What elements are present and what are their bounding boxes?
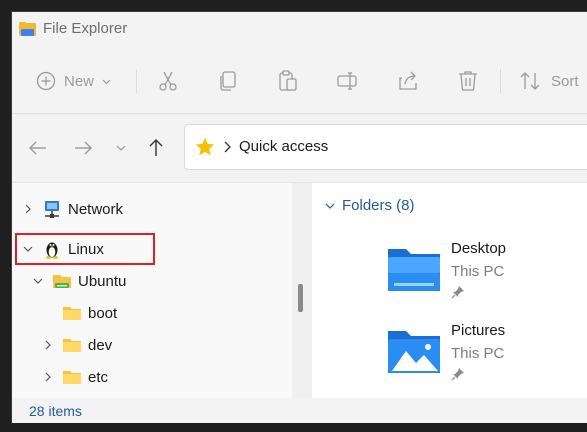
rename-icon[interactable] [336, 69, 360, 93]
tree-item-dev[interactable]: dev [42, 332, 112, 358]
tree-item-label: etc [88, 368, 109, 386]
chevron-right-icon [45, 372, 51, 382]
folder-location: This PC [451, 263, 505, 280]
folders-group-title: Folders (8) [342, 197, 415, 214]
tree-item-label: Ubuntu [78, 272, 127, 290]
linux-highlight-box [15, 233, 155, 265]
folder-icon [63, 307, 81, 320]
folder-icon [63, 339, 81, 352]
status-bar: 28 items [12, 398, 587, 423]
folder-icon [63, 371, 81, 384]
pictures-folder-icon [388, 331, 440, 373]
cut-icon[interactable] [156, 69, 180, 93]
tree-item-label: dev [88, 336, 113, 354]
forward-arrow-icon[interactable] [71, 136, 95, 160]
new-button[interactable]: New [36, 69, 111, 93]
toolbar-divider [12, 113, 587, 114]
add-icon [36, 71, 56, 91]
folder-location: This PC [451, 345, 505, 362]
folders-group-header[interactable]: Folders (8) [324, 197, 415, 214]
chevron-right-icon [45, 340, 51, 350]
content-pane: Folders (8) Desktop This PC Pictures Thi… [312, 183, 587, 398]
pin-icon [451, 368, 464, 381]
tree-item-label: boot [88, 304, 118, 322]
sort-icon [520, 72, 540, 90]
toolbar-separator [136, 69, 137, 93]
back-arrow-icon[interactable] [26, 136, 50, 160]
chevron-down-icon [102, 79, 111, 84]
star-icon [195, 137, 215, 156]
drive-folder-icon [53, 275, 71, 288]
file-explorer-icon [19, 22, 36, 36]
chevron-right-icon [224, 141, 231, 153]
up-arrow-icon[interactable] [144, 136, 168, 160]
tree-item-etc[interactable]: etc [42, 364, 108, 390]
paste-icon[interactable] [276, 69, 300, 93]
tree-item-label: Network [68, 200, 124, 218]
window-title: File Explorer [43, 20, 128, 37]
tree-item-network[interactable]: Network [22, 196, 123, 222]
share-icon[interactable] [396, 69, 420, 93]
address-location[interactable]: Quick access [239, 138, 328, 155]
navigation-bar: Quick access [12, 124, 587, 170]
items-count: 28 items [29, 403, 82, 419]
chevron-right-icon [25, 204, 31, 214]
folder-name: Pictures [451, 322, 506, 339]
navigation-tree: Network Linux Ubuntu boot dev etc [12, 183, 292, 398]
chevron-down-icon [325, 203, 335, 209]
desktop-folder-icon [388, 249, 440, 291]
address-bar[interactable]: Quick access [184, 124, 587, 170]
recent-locations-chevron-icon[interactable] [115, 136, 127, 160]
folder-name: Desktop [451, 240, 507, 257]
folder-tile-pictures[interactable]: Pictures This PC [386, 317, 586, 387]
chevron-down-icon [33, 278, 43, 284]
title-bar: File Explorer [12, 12, 587, 46]
new-button-label: New [64, 72, 95, 90]
pin-icon [451, 286, 464, 299]
sort-button[interactable]: Sort [519, 69, 579, 93]
sort-button-label: Sort [551, 72, 579, 90]
tree-scrollbar-thumb[interactable] [298, 284, 303, 312]
tree-item-ubuntu[interactable]: Ubuntu [32, 268, 126, 294]
network-icon [45, 201, 59, 218]
file-explorer-window: File Explorer New Sort Quick access Netw… [11, 11, 587, 423]
tree-item-boot[interactable]: boot [62, 300, 117, 326]
toolbar-separator [500, 69, 501, 93]
copy-icon[interactable] [216, 69, 240, 93]
delete-icon[interactable] [456, 69, 480, 93]
folder-tile-desktop[interactable]: Desktop This PC [386, 235, 586, 305]
content-area: Network Linux Ubuntu boot dev etc Folder… [12, 182, 587, 423]
command-bar: New Sort [12, 57, 587, 103]
